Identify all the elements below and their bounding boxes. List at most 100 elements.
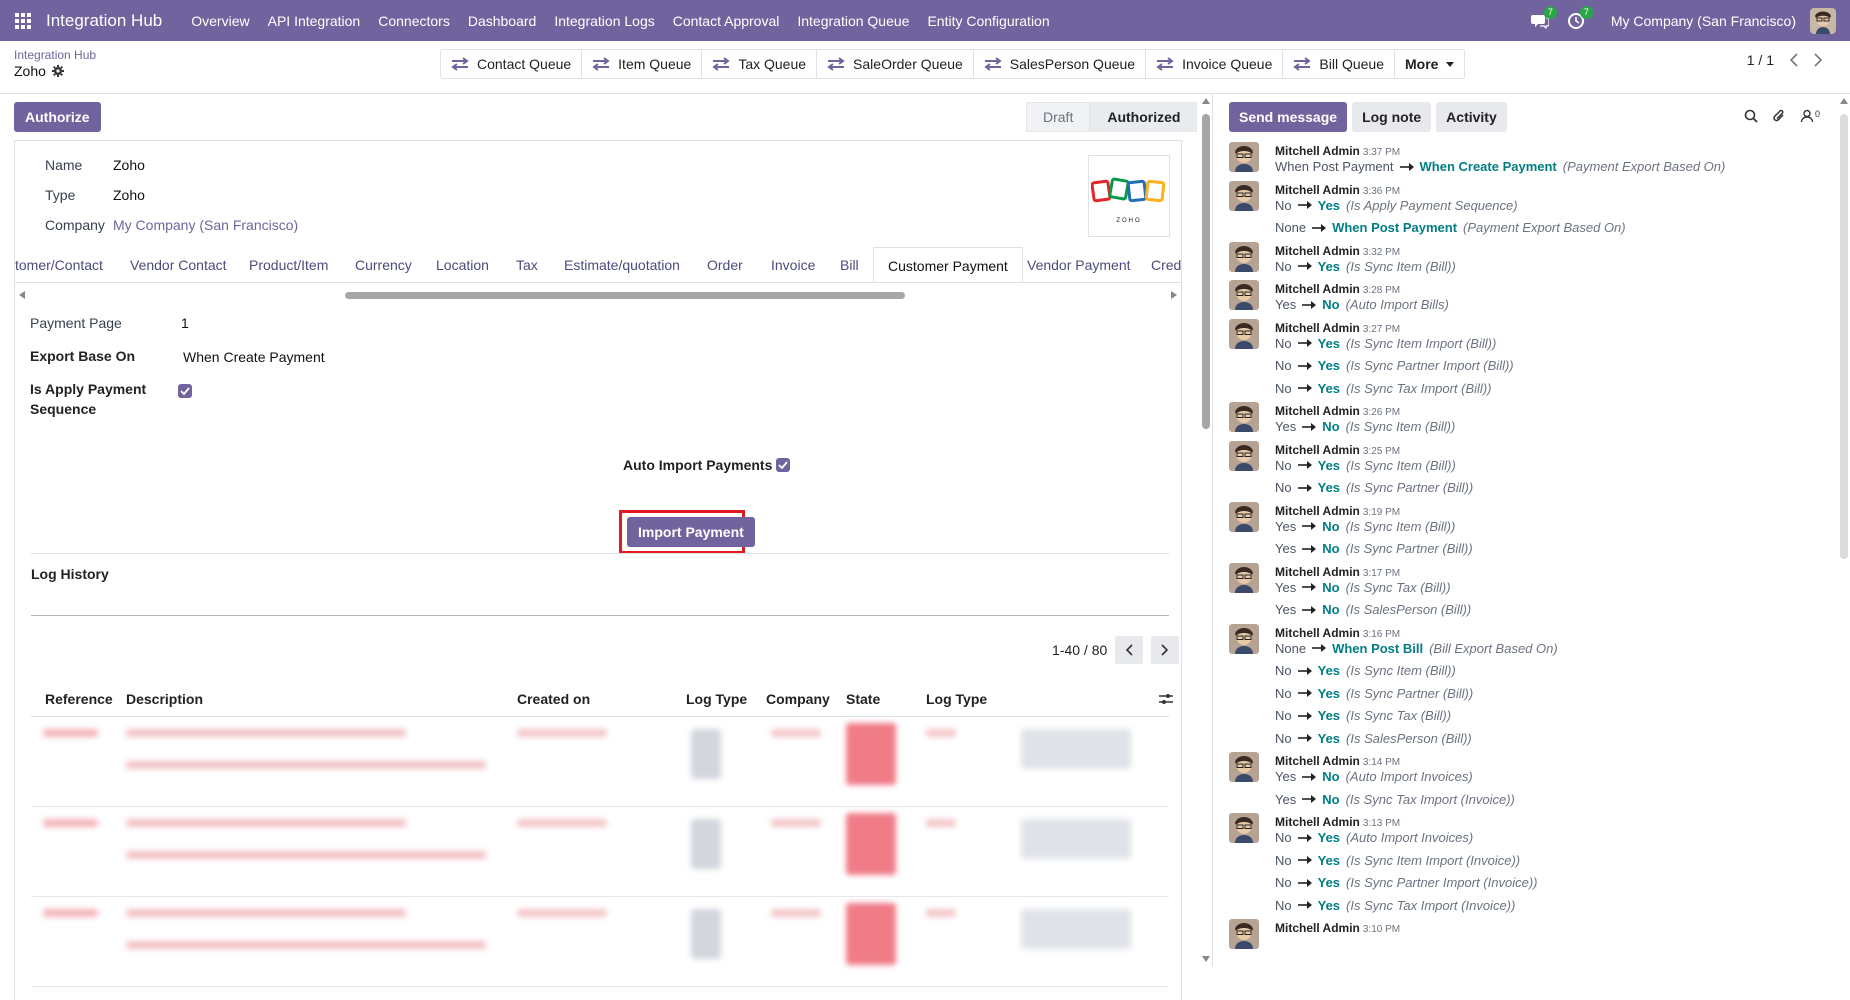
- author-avatar[interactable]: [1229, 280, 1259, 310]
- messages-icon[interactable]: 7: [1529, 5, 1557, 32]
- message-author[interactable]: Mitchell Admin: [1275, 626, 1360, 640]
- tab-vendor-contact[interactable]: Vendor Contact: [130, 247, 227, 282]
- author-avatar[interactable]: [1229, 241, 1259, 272]
- followers-icon[interactable]: 0: [1800, 109, 1820, 123]
- author-avatar[interactable]: [1229, 402, 1259, 432]
- activity-button[interactable]: Activity: [1436, 102, 1507, 132]
- author-avatar[interactable]: [1229, 142, 1259, 172]
- tabs-scrollbar[interactable]: [15, 289, 1181, 301]
- log-pager-value[interactable]: 1-40 / 80: [1052, 642, 1107, 658]
- type-value[interactable]: Zoho: [113, 187, 145, 203]
- menu-integration-queue[interactable]: Integration Queue: [788, 13, 918, 29]
- author-avatar[interactable]: [1229, 318, 1259, 349]
- name-value[interactable]: Zoho: [113, 157, 145, 173]
- message-author[interactable]: Mitchell Admin: [1275, 754, 1360, 768]
- paperclip-icon[interactable]: [1772, 108, 1786, 124]
- salesperson-queue-button[interactable]: SalesPerson Queue: [974, 50, 1147, 78]
- author-avatar[interactable]: [1229, 180, 1259, 211]
- menu-overview[interactable]: Overview: [182, 13, 258, 29]
- tab-estimate-quotation[interactable]: Estimate/quotation: [564, 247, 680, 282]
- search-icon[interactable]: [1744, 109, 1758, 123]
- author-avatar[interactable]: [1229, 562, 1259, 593]
- table-row[interactable]: [31, 807, 1169, 897]
- scroll-left-icon[interactable]: [19, 291, 25, 299]
- status-draft[interactable]: Draft: [1026, 102, 1091, 132]
- message-author[interactable]: Mitchell Admin: [1275, 504, 1360, 518]
- menu-api-integration[interactable]: API Integration: [259, 13, 370, 29]
- scroll-up-icon[interactable]: [1202, 98, 1210, 104]
- breadcrumb-parent[interactable]: Integration Hub: [14, 48, 96, 62]
- tab-invoice[interactable]: Invoice: [771, 247, 815, 282]
- col-reference[interactable]: Reference: [45, 691, 113, 707]
- form-scroll-thumb[interactable]: [1202, 114, 1210, 429]
- tab-tax[interactable]: Tax: [516, 247, 538, 282]
- scroll-down-icon[interactable]: [1202, 956, 1210, 962]
- chatter-scroll-thumb[interactable]: [1840, 114, 1848, 559]
- saleorder-queue-button[interactable]: SaleOrder Queue: [817, 50, 974, 78]
- col-created-on[interactable]: Created on: [517, 691, 590, 707]
- user-avatar[interactable]: [1810, 7, 1836, 34]
- author-avatar[interactable]: [1229, 813, 1259, 843]
- authorize-button[interactable]: Authorize: [14, 102, 101, 132]
- form-scrollbar[interactable]: [1200, 94, 1212, 966]
- log-pager-prev[interactable]: [1115, 636, 1144, 664]
- table-row[interactable]: [31, 897, 1169, 987]
- contact-queue-button[interactable]: Contact Queue: [441, 50, 583, 78]
- message-author[interactable]: Mitchell Admin: [1275, 404, 1360, 418]
- menu-integration-logs[interactable]: Integration Logs: [545, 13, 663, 29]
- gear-icon[interactable]: [51, 65, 64, 77]
- message-author[interactable]: Mitchell Admin: [1275, 443, 1360, 457]
- author-avatar[interactable]: [1229, 501, 1259, 532]
- scroll-right-icon[interactable]: [1171, 291, 1177, 299]
- message-author[interactable]: Mitchell Admin: [1275, 183, 1360, 197]
- pager-value[interactable]: 1 / 1: [1747, 52, 1774, 68]
- send-message-button[interactable]: Send message: [1229, 102, 1348, 132]
- invoice-queue-button[interactable]: Invoice Queue: [1146, 50, 1284, 78]
- author-avatar[interactable]: [1229, 440, 1259, 471]
- message-author[interactable]: Mitchell Admin: [1275, 565, 1360, 579]
- author-avatar[interactable]: [1229, 623, 1259, 654]
- pager-prev-icon[interactable]: [1790, 53, 1798, 67]
- payment-page-value[interactable]: 1: [181, 315, 189, 331]
- menu-entity-configuration[interactable]: Entity Configuration: [918, 13, 1058, 29]
- tab-vendor-payment[interactable]: Vendor Payment: [1027, 247, 1131, 282]
- tab-customer-contact[interactable]: tomer/Contact: [15, 247, 103, 282]
- tab-bill[interactable]: Bill: [840, 247, 859, 282]
- tabs-scroll-thumb[interactable]: [345, 292, 905, 299]
- tab-currency[interactable]: Currency: [355, 247, 412, 282]
- log-note-button[interactable]: Log note: [1352, 102, 1432, 132]
- col-state[interactable]: State: [846, 691, 880, 707]
- chatter-scrollbar[interactable]: [1838, 94, 1850, 966]
- tab-credit[interactable]: Credi: [1151, 247, 1181, 282]
- column-settings-icon[interactable]: [1159, 693, 1173, 705]
- message-author[interactable]: Mitchell Admin: [1275, 282, 1360, 296]
- message-author[interactable]: Mitchell Admin: [1275, 144, 1360, 158]
- tab-customer-payment[interactable]: Customer Payment: [873, 247, 1023, 282]
- bill-queue-button[interactable]: Bill Queue: [1283, 50, 1395, 78]
- tab-order[interactable]: Order: [707, 247, 743, 282]
- export-base-on-value[interactable]: When Create Payment: [183, 349, 325, 365]
- message-author[interactable]: Mitchell Admin: [1275, 921, 1360, 935]
- log-pager-next[interactable]: [1151, 636, 1180, 664]
- pager-next-icon[interactable]: [1814, 53, 1822, 67]
- tax-queue-button[interactable]: Tax Queue: [702, 50, 818, 78]
- scroll-up-icon[interactable]: [1840, 98, 1848, 104]
- more-dropdown-button[interactable]: More: [1395, 50, 1464, 78]
- menu-connectors[interactable]: Connectors: [369, 13, 459, 29]
- message-author[interactable]: Mitchell Admin: [1275, 244, 1360, 258]
- activities-clock-icon[interactable]: 7: [1565, 5, 1593, 32]
- tab-location[interactable]: Location: [436, 247, 489, 282]
- status-authorized[interactable]: Authorized: [1090, 102, 1198, 132]
- menu-dashboard[interactable]: Dashboard: [459, 13, 546, 29]
- message-author[interactable]: Mitchell Admin: [1275, 815, 1360, 829]
- col-log-type[interactable]: Log Type: [686, 691, 747, 707]
- auto-import-payments-checkbox[interactable]: [776, 458, 790, 472]
- message-author[interactable]: Mitchell Admin: [1275, 321, 1360, 335]
- author-avatar[interactable]: [1229, 919, 1259, 949]
- item-queue-button[interactable]: Item Queue: [582, 50, 703, 78]
- company-value[interactable]: My Company (San Francisco): [113, 217, 298, 233]
- menu-contact-approval[interactable]: Contact Approval: [664, 13, 789, 29]
- col-log-type-2[interactable]: Log Type: [926, 691, 987, 707]
- table-row[interactable]: [31, 717, 1169, 807]
- apps-menu-icon[interactable]: [0, 0, 46, 41]
